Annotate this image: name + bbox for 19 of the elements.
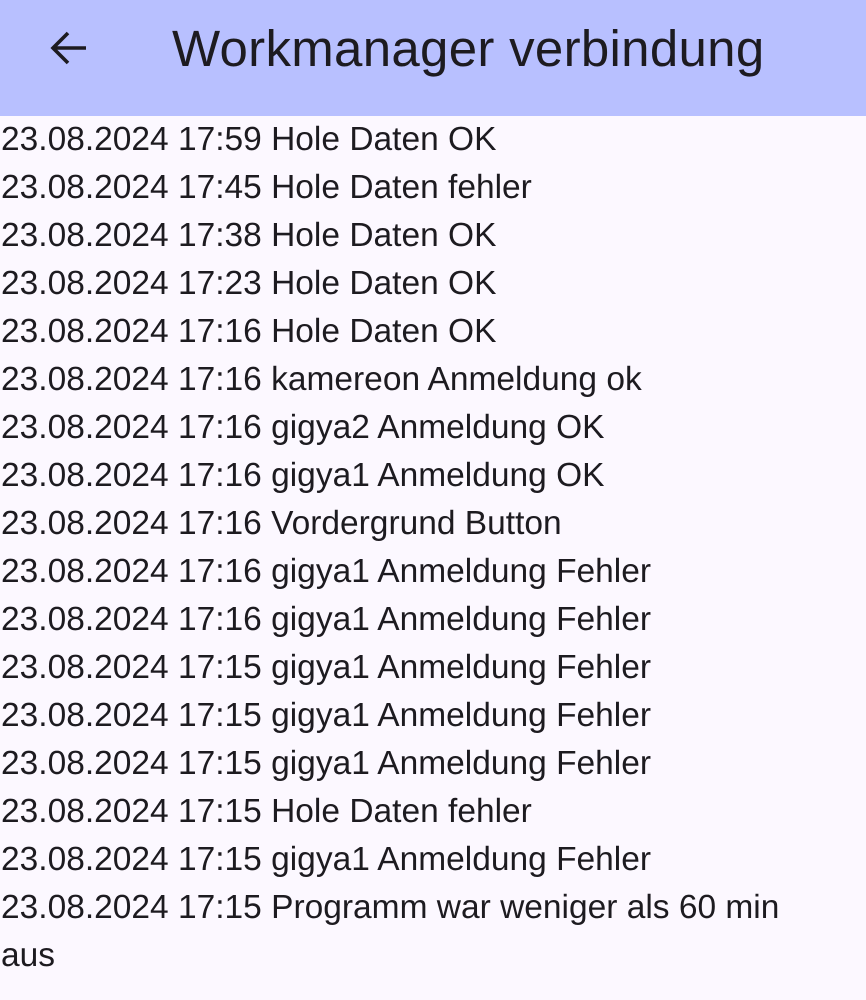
log-entry: 23.08.2024 17:16 gigya1 Anmeldung Fehler — [0, 552, 652, 592]
log-entry: 23.08.2024 17:16 Hole Daten OK — [0, 312, 498, 352]
log-entry: 23.08.2024 17:45 Hole Daten fehler — [0, 168, 533, 208]
log-entry: 23.08.2024 17:16 gigya1 Anmeldung OK — [0, 456, 606, 496]
log-entry: 23.08.2024 17:15 gigya1 Anmeldung Fehler — [0, 840, 652, 880]
log-entry: 23.08.2024 17:16 kamereon Anmeldung ok — [0, 360, 643, 400]
log-entry: 23.08.2024 17:59 Hole Daten OK — [0, 120, 498, 160]
log-entry: 23.08.2024 17:16 gigya1 Anmeldung Fehler — [0, 600, 652, 640]
log-entry: 23.08.2024 17:15 Hole Daten fehler — [0, 792, 533, 832]
log-entry: 23.08.2024 17:23 Hole Daten OK — [0, 264, 498, 304]
screen-title: Workmanager verbindung — [172, 18, 764, 78]
log-entry: 23.08.2024 17:15 gigya1 Anmeldung Fehler — [0, 744, 652, 784]
log-entry: 23.08.2024 17:16 Vordergrund Button — [0, 504, 563, 544]
log-entry: 23.08.2024 17:15 gigya1 Anmeldung Fehler — [0, 696, 652, 736]
log-entry: 23.08.2024 17:15 Programm war weniger als 60 min aus — [0, 888, 780, 976]
log-entry: 23.08.2024 17:38 Hole Daten OK — [0, 216, 498, 256]
log-entry: 23.08.2024 17:16 gigya2 Anmeldung OK — [0, 408, 606, 448]
log-entry: 23.08.2024 17:15 gigya1 Anmeldung Fehler — [0, 648, 652, 688]
back-arrow-icon — [49, 30, 87, 66]
